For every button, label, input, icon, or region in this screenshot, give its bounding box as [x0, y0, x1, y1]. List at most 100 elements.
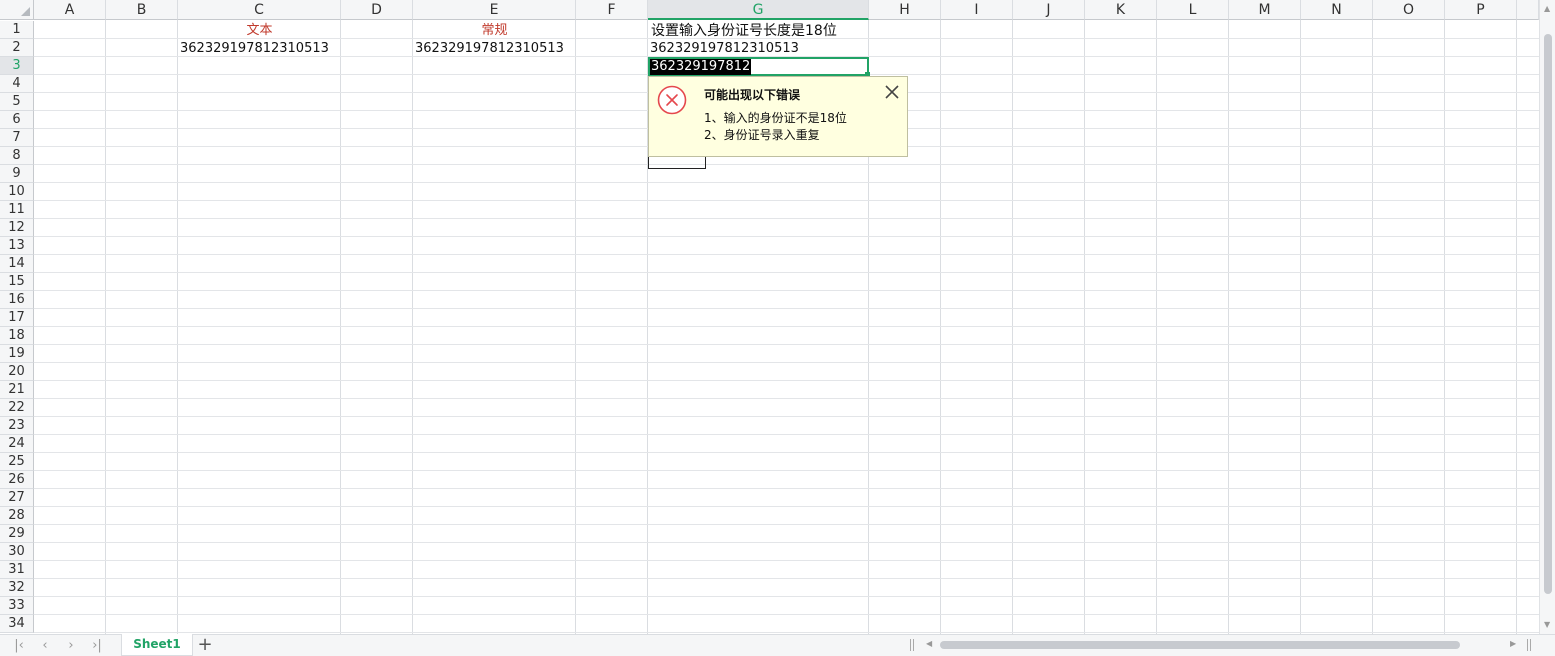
- scroll-down-arrow-icon[interactable]: ▼: [1544, 620, 1550, 629]
- row-header-14[interactable]: 14: [0, 255, 34, 273]
- grid-line: [34, 308, 1539, 309]
- select-all-corner[interactable]: [0, 0, 34, 20]
- row-header-5[interactable]: 5: [0, 93, 34, 111]
- tab-sheet1[interactable]: Sheet1: [121, 634, 193, 656]
- grid-line: [34, 434, 1539, 435]
- row-header-21[interactable]: 21: [0, 381, 34, 399]
- grid-line: [34, 38, 1539, 39]
- vertical-scrollbar[interactable]: ▲ ▼: [1539, 0, 1555, 634]
- last-sheet-icon[interactable]: ›|: [87, 637, 107, 655]
- column-header-j[interactable]: J: [1013, 0, 1085, 20]
- column-header-l[interactable]: L: [1157, 0, 1229, 20]
- row-header-33[interactable]: 33: [0, 597, 34, 615]
- row-header-32[interactable]: 32: [0, 579, 34, 597]
- grid-line: [34, 470, 1539, 471]
- row-header-19[interactable]: 19: [0, 345, 34, 363]
- row-header-12[interactable]: 12: [0, 219, 34, 237]
- grid-line: [34, 614, 1539, 615]
- grid-line: [34, 578, 1539, 579]
- row-header-1[interactable]: 1: [0, 21, 34, 39]
- grid-line: [34, 452, 1539, 453]
- horizontal-scroll-thumb[interactable]: [940, 641, 1460, 649]
- column-header-h[interactable]: H: [869, 0, 941, 20]
- column-header-e[interactable]: E: [413, 0, 576, 20]
- column-header-m[interactable]: M: [1229, 0, 1301, 20]
- grid-line: [34, 200, 1539, 201]
- row-header-17[interactable]: 17: [0, 309, 34, 327]
- column-header-i[interactable]: I: [941, 0, 1013, 20]
- row-header-16[interactable]: 16: [0, 291, 34, 309]
- column-header-g[interactable]: G: [648, 0, 869, 20]
- grid-line: [34, 596, 1539, 597]
- grid-line: [34, 488, 1539, 489]
- column-header-a[interactable]: A: [34, 0, 106, 20]
- split-handle-icon[interactable]: [910, 639, 914, 651]
- horizontal-scrollbar[interactable]: ◀ ▶: [920, 638, 1524, 652]
- row-header-4[interactable]: 4: [0, 75, 34, 93]
- row-header-27[interactable]: 27: [0, 489, 34, 507]
- row-header-2[interactable]: 2: [0, 39, 34, 57]
- prev-sheet-icon[interactable]: ‹: [35, 637, 55, 655]
- tooltip-error-line-1: 1、输入的身份证不是18位: [704, 111, 847, 125]
- row-header-7[interactable]: 7: [0, 129, 34, 147]
- split-handle-icon[interactable]: [1527, 639, 1531, 651]
- data-validation-error-tooltip: 可能出现以下错误 1、输入的身份证不是18位 2、身份证号录入重复: [648, 76, 908, 157]
- grid-line: [34, 236, 1539, 237]
- row-header-24[interactable]: 24: [0, 435, 34, 453]
- first-sheet-icon[interactable]: |‹: [9, 637, 29, 655]
- row-header-3[interactable]: 3: [0, 57, 34, 75]
- row-header-8[interactable]: 8: [0, 147, 34, 165]
- grid-line: [34, 542, 1539, 543]
- add-sheet-icon[interactable]: +: [195, 636, 215, 654]
- column-header-c[interactable]: C: [178, 0, 341, 20]
- column-header-b[interactable]: B: [106, 0, 178, 20]
- row-header-9[interactable]: 9: [0, 165, 34, 183]
- grid-line: [34, 632, 1539, 633]
- row-header-25[interactable]: 25: [0, 453, 34, 471]
- grid-line: [34, 416, 1539, 417]
- row-header-31[interactable]: 31: [0, 561, 34, 579]
- cell-g3-editing-text[interactable]: 362329197812: [650, 59, 752, 75]
- row-header-30[interactable]: 30: [0, 543, 34, 561]
- row-header-15[interactable]: 15: [0, 273, 34, 291]
- close-icon[interactable]: [883, 83, 901, 101]
- grid-line: [34, 326, 1539, 327]
- next-sheet-icon[interactable]: ›: [61, 637, 81, 655]
- grid-line: [34, 506, 1539, 507]
- row-header-28[interactable]: 28: [0, 507, 34, 525]
- column-header-n[interactable]: N: [1301, 0, 1373, 20]
- tooltip-error-line-2: 2、身份证号录入重复: [704, 128, 820, 142]
- spreadsheet-grid[interactable]: A B C D E F G H I J K L M N O P 12345678…: [0, 0, 1539, 634]
- grid-line: [34, 254, 1539, 255]
- grid-line: [34, 560, 1539, 561]
- row-header-13[interactable]: 13: [0, 237, 34, 255]
- column-header-o[interactable]: O: [1373, 0, 1445, 20]
- row-header-34[interactable]: 34: [0, 615, 34, 633]
- grid-line: [34, 524, 1539, 525]
- column-header-d[interactable]: D: [341, 0, 413, 20]
- sheet-tab-bar: |‹ ‹ › ›| Sheet1 + ◀ ▶: [0, 634, 1555, 656]
- row-header-10[interactable]: 10: [0, 183, 34, 201]
- row-header-11[interactable]: 11: [0, 201, 34, 219]
- row-header-18[interactable]: 18: [0, 327, 34, 345]
- tooltip-title: 可能出现以下错误: [704, 88, 801, 102]
- grid-line: [34, 164, 1539, 165]
- row-header-22[interactable]: 22: [0, 399, 34, 417]
- scroll-left-arrow-icon[interactable]: ◀: [926, 639, 932, 648]
- row-header-23[interactable]: 23: [0, 417, 34, 435]
- row-header-29[interactable]: 29: [0, 525, 34, 543]
- row-header-6[interactable]: 6: [0, 111, 34, 129]
- error-x-circle-icon: [657, 85, 687, 115]
- scroll-right-arrow-icon[interactable]: ▶: [1510, 639, 1516, 648]
- vertical-scroll-thumb[interactable]: [1544, 34, 1552, 594]
- scroll-up-arrow-icon[interactable]: ▲: [1544, 4, 1550, 13]
- column-header-p[interactable]: P: [1445, 0, 1517, 20]
- grid-line: [34, 272, 1539, 273]
- grid-line: [34, 362, 1539, 363]
- column-header-f[interactable]: F: [576, 0, 648, 20]
- row-header-26[interactable]: 26: [0, 471, 34, 489]
- column-header-k[interactable]: K: [1085, 0, 1157, 20]
- column-header-partial: [1517, 0, 1539, 20]
- row-header-20[interactable]: 20: [0, 363, 34, 381]
- grid-line: [34, 398, 1539, 399]
